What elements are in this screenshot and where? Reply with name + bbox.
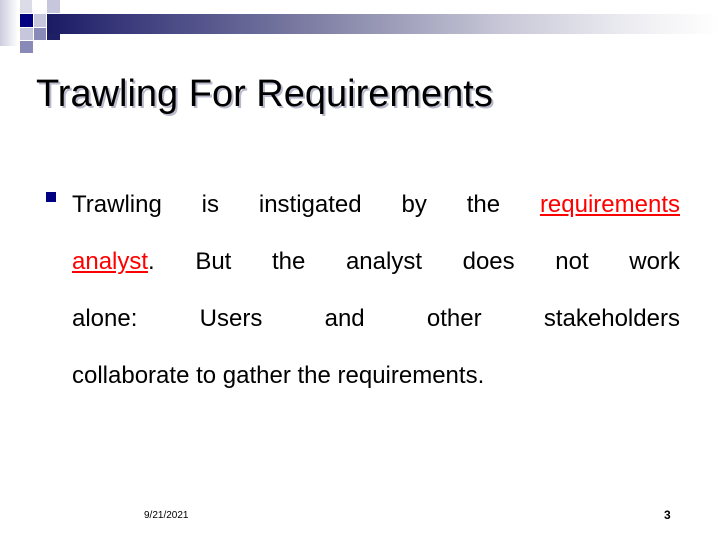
slide-canvas: Trawling For Requirements Trawling is in… — [0, 0, 720, 540]
word: collaborate to gather the requirements. — [72, 362, 485, 389]
header-gradient-bar — [47, 14, 720, 34]
decor-square-4 — [34, 14, 46, 27]
word: analyst — [345, 248, 422, 275]
word: alone: — [72, 305, 138, 332]
word: not — [555, 248, 589, 275]
decor-square-9 — [20, 41, 33, 53]
body-line-3: alone: Users and other stakeholders — [72, 290, 680, 347]
body-line-2: analyst. But the analyst does not work — [72, 233, 680, 290]
word-group: analyst. — [72, 233, 155, 290]
decor-square-6 — [20, 28, 33, 40]
word: Trawling — [72, 191, 162, 218]
slide-body: Trawling is instigated by the requiremen… — [44, 176, 680, 404]
footer-page-number: 3 — [664, 508, 671, 522]
word: the — [271, 248, 306, 275]
word-tail: . — [148, 248, 155, 275]
word: the — [466, 191, 501, 218]
decor-square-2 — [47, 0, 60, 13]
word: and — [324, 305, 365, 332]
square-bullet-icon — [46, 192, 56, 202]
word: by — [401, 191, 427, 218]
word: is — [201, 191, 220, 218]
band-left-fade — [0, 0, 18, 46]
body-paragraph: Trawling is instigated by the requiremen… — [72, 176, 680, 404]
word: Users — [199, 305, 263, 332]
word: work — [629, 248, 680, 275]
highlighted-term-requirements: requirements — [539, 191, 680, 218]
header-decoration-band — [0, 0, 720, 53]
body-line-4: collaborate to gather the requirements. — [72, 347, 680, 404]
decor-square-7 — [34, 28, 46, 40]
word: instigated — [258, 191, 362, 218]
decor-square-3 — [20, 14, 33, 27]
word: does — [462, 248, 515, 275]
bullet-list-item: Trawling is instigated by the requiremen… — [44, 176, 680, 404]
slide-title: Trawling For Requirements — [36, 73, 493, 115]
word: stakeholders — [543, 305, 680, 332]
decor-square-1 — [20, 0, 32, 13]
highlighted-term-analyst: analyst — [72, 248, 149, 275]
word: other — [426, 305, 482, 332]
word: But — [195, 248, 232, 275]
body-line-1: Trawling is instigated by the requiremen… — [72, 176, 680, 233]
footer-date: 9/21/2021 — [144, 510, 189, 521]
